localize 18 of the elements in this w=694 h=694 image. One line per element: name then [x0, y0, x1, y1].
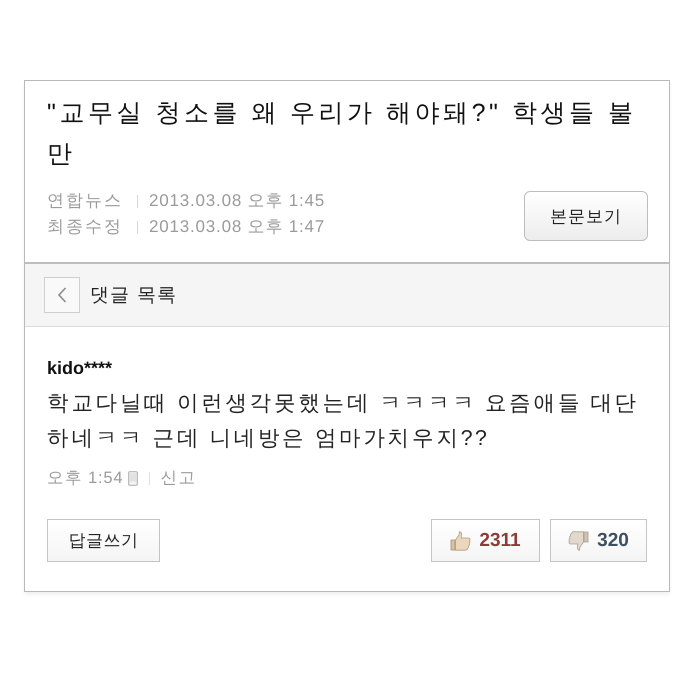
reply-button[interactable]: 답글쓰기	[47, 519, 160, 562]
phone-icon	[128, 470, 138, 486]
thumbs-up-icon	[450, 530, 472, 550]
like-button[interactable]: 2311	[431, 519, 540, 562]
comment-time: 오후 1:54	[47, 468, 124, 489]
thumbs-down-icon	[568, 530, 590, 550]
back-button[interactable]	[44, 277, 80, 313]
dislike-button[interactable]: 320	[550, 519, 647, 562]
date-text: 2013.03.08 오후 1:45	[149, 190, 326, 212]
view-article-button[interactable]: 본문보기	[524, 191, 648, 241]
author-name: kido****	[47, 357, 112, 379]
article-title: "교무실 청소를 왜 우리가 해야돼?" 학생들 불만	[47, 98, 638, 170]
section-title: 댓글 목록	[90, 284, 178, 308]
comment-text: 학교다닐때 이런생각못했는데 ㅋㅋㅋㅋ 요즘애들 대단하네ㅋㅋ 근데 니네방은 엄마가치우지??	[47, 390, 640, 452]
source-label: 최종수정	[47, 216, 124, 238]
source-label: 연합뉴스	[47, 190, 124, 212]
date-text: 2013.03.08 오후 1:47	[149, 216, 326, 238]
chevron-left-icon	[57, 287, 67, 303]
